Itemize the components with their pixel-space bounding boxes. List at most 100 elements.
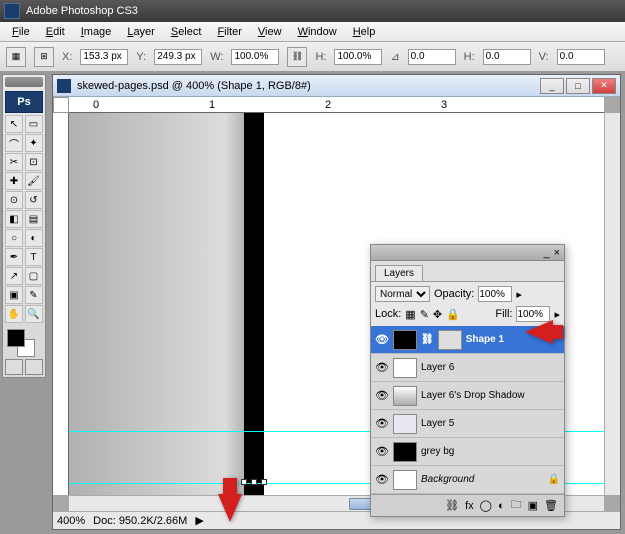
wand-tool[interactable]: ✦ xyxy=(25,134,43,152)
path-tool[interactable]: ↗ xyxy=(5,267,23,285)
visibility-icon[interactable]: 👁 xyxy=(375,473,389,487)
layer-name[interactable]: Layer 5 xyxy=(421,418,560,429)
layer-name[interactable]: Layer 6's Drop Shadow xyxy=(421,390,560,401)
reference-point-icon[interactable]: ⊞ xyxy=(34,47,54,67)
visibility-icon[interactable]: 👁 xyxy=(375,361,389,375)
slice-tool[interactable]: ⊡ xyxy=(25,153,43,171)
notes-tool[interactable]: ▣ xyxy=(5,286,23,304)
transform-handle-bl[interactable] xyxy=(241,479,247,485)
heal-tool[interactable]: ✚ xyxy=(5,172,23,190)
visibility-icon[interactable]: 👁 xyxy=(375,445,389,459)
blur-tool[interactable]: ○ xyxy=(5,229,23,247)
trash-icon[interactable]: 🗑 xyxy=(544,499,558,512)
gradient-tool[interactable]: ▤ xyxy=(25,210,43,228)
pen-tool[interactable]: ✒ xyxy=(5,248,23,266)
layer-background[interactable]: 👁 Background 🔒 xyxy=(371,466,564,494)
vskew-input[interactable] xyxy=(557,49,605,65)
dodge-tool[interactable]: ◐ xyxy=(25,229,43,247)
opacity-arrow-icon[interactable]: ▸ xyxy=(516,288,522,301)
layer-grey-bg[interactable]: 👁 grey bg xyxy=(371,438,564,466)
layer-thumb[interactable] xyxy=(393,442,417,462)
crop-tool[interactable]: ✂ xyxy=(5,153,23,171)
menu-file[interactable]: File xyxy=(4,24,38,40)
layer-thumb[interactable] xyxy=(393,330,417,350)
menu-layer[interactable]: Layer xyxy=(119,24,163,40)
hand-tool[interactable]: ✋ xyxy=(5,305,23,323)
layer-6[interactable]: 👁 Layer 6 xyxy=(371,354,564,382)
scrollbar-vertical[interactable] xyxy=(604,113,620,495)
color-swatch[interactable] xyxy=(5,327,43,357)
layer-thumb[interactable] xyxy=(393,358,417,378)
link-icon[interactable]: ⛓ xyxy=(421,334,434,345)
layer-mask-thumb[interactable] xyxy=(438,330,462,350)
ruler-origin[interactable] xyxy=(53,97,69,113)
layer-name[interactable]: grey bg xyxy=(421,446,560,457)
layer-thumb[interactable] xyxy=(393,470,417,490)
fx-icon[interactable]: fx xyxy=(465,500,474,512)
move-tool[interactable]: ↖ xyxy=(5,115,23,133)
visibility-icon[interactable]: 👁 xyxy=(375,417,389,431)
type-tool[interactable]: T xyxy=(25,248,43,266)
lasso-tool[interactable]: ⌒ xyxy=(5,134,23,152)
layer-name[interactable]: Background xyxy=(421,474,544,485)
shape-tool[interactable]: ▢ xyxy=(25,267,43,285)
fill-arrow-icon[interactable]: ▸ xyxy=(554,308,560,321)
panel-min-icon[interactable]: _ xyxy=(543,247,549,259)
transform-handle-br[interactable] xyxy=(261,479,267,485)
layers-tab[interactable]: Layers xyxy=(375,265,423,281)
menu-image[interactable]: Image xyxy=(73,24,120,40)
menu-view[interactable]: View xyxy=(250,24,290,40)
x-input[interactable] xyxy=(80,49,128,65)
layer-name[interactable]: Layer 6 xyxy=(421,362,560,373)
lock-all-icon[interactable]: 🔒 xyxy=(446,308,460,321)
menu-window[interactable]: Window xyxy=(290,24,345,40)
transform-handle-bm[interactable] xyxy=(251,479,257,485)
history-tool[interactable]: ↺ xyxy=(25,191,43,209)
menu-edit[interactable]: Edit xyxy=(38,24,73,40)
blend-mode-select[interactable]: Normal xyxy=(375,286,430,302)
hskew-input[interactable] xyxy=(483,49,531,65)
visibility-icon[interactable]: 👁 xyxy=(375,389,389,403)
layer-thumb[interactable] xyxy=(393,386,417,406)
y-input[interactable] xyxy=(154,49,202,65)
new-layer-icon[interactable]: ▣ xyxy=(528,499,538,512)
layer-5[interactable]: 👁 Layer 5 xyxy=(371,410,564,438)
lock-move-icon[interactable]: ✥ xyxy=(433,308,442,321)
eyedrop-tool[interactable]: ✎ xyxy=(25,286,43,304)
menu-help[interactable]: Help xyxy=(345,24,384,40)
lock-trans-icon[interactable]: ▦ xyxy=(405,308,415,321)
fg-color[interactable] xyxy=(7,329,25,347)
mask-icon[interactable]: ◯ xyxy=(480,499,492,512)
folder-icon[interactable]: 🗀 xyxy=(511,496,522,515)
panel-header[interactable]: _× xyxy=(371,245,564,261)
quickmask-toggle[interactable] xyxy=(5,359,43,375)
zoom-readout[interactable]: 400% xyxy=(57,515,85,527)
marquee-tool[interactable]: ▭ xyxy=(25,115,43,133)
layer-thumb[interactable] xyxy=(393,414,417,434)
panel-close-icon[interactable]: × xyxy=(554,247,560,259)
maximize-button[interactable]: □ xyxy=(566,78,590,94)
zoom-tool[interactable]: 🔍 xyxy=(25,305,43,323)
lock-paint-icon[interactable]: ✎ xyxy=(420,308,429,321)
transform-ref-icon[interactable]: ▦ xyxy=(6,47,26,67)
toolbox-grip[interactable] xyxy=(5,77,43,87)
opacity-input[interactable] xyxy=(478,286,512,302)
visibility-icon[interactable]: 👁 xyxy=(375,333,389,347)
h-input[interactable] xyxy=(334,49,382,65)
link-layers-icon[interactable]: ⛓ xyxy=(445,499,459,512)
ruler-vertical[interactable] xyxy=(53,113,69,495)
status-arrow-icon[interactable]: ▶ xyxy=(195,514,203,527)
w-input[interactable] xyxy=(231,49,279,65)
link-wh-icon[interactable]: ⛓ xyxy=(287,47,307,67)
angle-input[interactable] xyxy=(408,49,456,65)
menubar[interactable]: File Edit Image Layer Select Filter View… xyxy=(0,22,625,42)
close-button[interactable]: ✕ xyxy=(592,78,616,94)
docsize-readout[interactable]: Doc: 950.2K/2.66M xyxy=(93,515,187,527)
stamp-tool[interactable]: ⊙ xyxy=(5,191,23,209)
ruler-horizontal[interactable]: 0 1 2 3 xyxy=(69,97,604,113)
brush-tool[interactable]: 🖌 xyxy=(25,172,43,190)
menu-filter[interactable]: Filter xyxy=(209,24,249,40)
document-titlebar[interactable]: skewed-pages.psd @ 400% (Shape 1, RGB/8#… xyxy=(53,75,620,97)
minimize-button[interactable]: _ xyxy=(540,78,564,94)
eraser-tool[interactable]: ◧ xyxy=(5,210,23,228)
